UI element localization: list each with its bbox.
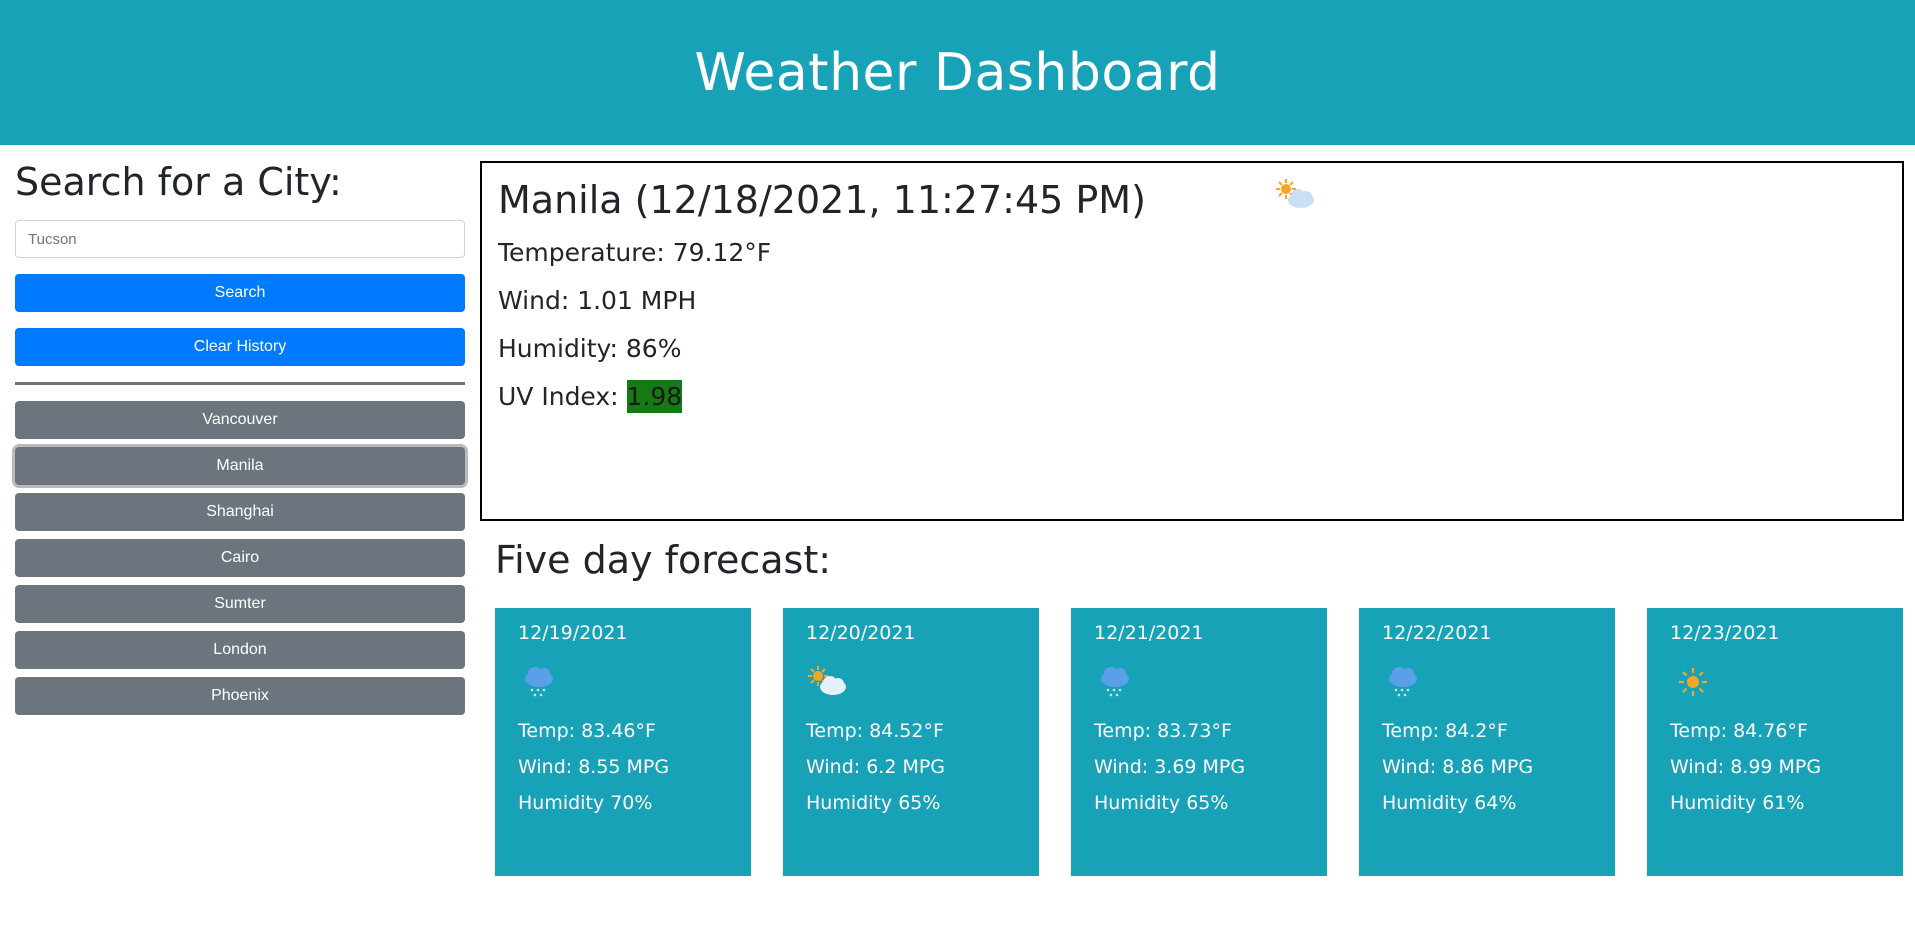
forecast-wind: Wind: 8.55 MPG (518, 756, 670, 778)
history-item-manila[interactable]: Manila (15, 447, 465, 485)
forecast-card: 12/20/2021 Temp: 84.52°F Wind: 6.2 MPG H… (783, 608, 1039, 876)
city-search-input[interactable] (15, 220, 465, 258)
forecast-temp: Temp: 84.52°F (806, 720, 944, 742)
forecast-card: 12/23/2021 Temp: 84.76°F Wind: 8.99 MPG … (1647, 608, 1903, 876)
partly-cloudy-icon (1274, 175, 1320, 224)
forecast-card: 12/19/2021 Temp: 83.46°F Wind: 8.55 MPG … (495, 608, 751, 876)
forecast-heading: Five day forecast: (495, 538, 832, 582)
forecast-wind: Wind: 8.99 MPG (1670, 756, 1822, 778)
rain-cloud-icon (518, 654, 728, 710)
rain-cloud-icon (1382, 654, 1592, 710)
history-item-vancouver[interactable]: Vancouver (15, 401, 465, 439)
search-history-list: Vancouver Manila Shanghai Cairo Sumter L… (15, 401, 465, 715)
forecast-row: 12/19/2021 Temp: 83.46°F Wind: 8.55 MPG … (495, 608, 1903, 876)
partly-cloudy-icon (806, 654, 1016, 710)
forecast-temp: Temp: 84.2°F (1382, 720, 1508, 742)
current-wind: Wind: 1.01 MPH (498, 286, 697, 315)
forecast-humidity: Humidity 65% (1094, 792, 1229, 814)
forecast-wind: Wind: 8.86 MPG (1382, 756, 1534, 778)
history-item-phoenix[interactable]: Phoenix (15, 677, 465, 715)
forecast-date: 12/21/2021 (1094, 622, 1204, 644)
forecast-wind: Wind: 6.2 MPG (806, 756, 946, 778)
rain-cloud-icon (1094, 654, 1304, 710)
forecast-card: 12/21/2021 Temp: 83.73°F Wind: 3.69 MPG … (1071, 608, 1327, 876)
forecast-date: 12/19/2021 (518, 622, 628, 644)
sidebar: Search for a City: Search Clear History … (15, 160, 465, 723)
history-item-london[interactable]: London (15, 631, 465, 669)
history-item-sumter[interactable]: Sumter (15, 585, 465, 623)
uv-index-label: UV Index: (498, 382, 627, 411)
page-title: Weather Dashboard (694, 42, 1221, 103)
current-weather-heading: Manila (12/18/2021, 11:27:45 PM) (498, 175, 1886, 224)
current-city-date: Manila (12/18/2021, 11:27:45 PM) (498, 177, 1146, 222)
forecast-humidity: Humidity 65% (806, 792, 941, 814)
history-item-shanghai[interactable]: Shanghai (15, 493, 465, 531)
clear-history-button[interactable]: Clear History (15, 328, 465, 366)
search-button[interactable]: Search (15, 274, 465, 312)
page-header: Weather Dashboard (0, 0, 1915, 145)
forecast-card: 12/22/2021 Temp: 84.2°F Wind: 8.86 MPG H… (1359, 608, 1615, 876)
forecast-date: 12/20/2021 (806, 622, 916, 644)
forecast-temp: Temp: 83.46°F (518, 720, 656, 742)
forecast-temp: Temp: 84.76°F (1670, 720, 1808, 742)
current-humidity: Humidity: 86% (498, 334, 682, 363)
search-heading: Search for a City: (15, 160, 342, 204)
forecast-humidity: Humidity 61% (1670, 792, 1805, 814)
sun-icon (1670, 654, 1880, 710)
uv-index-badge: 1.98 (626, 380, 683, 413)
current-uv-index: UV Index: 1.98 (498, 380, 1886, 413)
forecast-date: 12/22/2021 (1382, 622, 1492, 644)
forecast-temp: Temp: 83.73°F (1094, 720, 1232, 742)
forecast-date: 12/23/2021 (1670, 622, 1780, 644)
current-temperature: Temperature: 79.12°F (498, 238, 772, 267)
forecast-humidity: Humidity 64% (1382, 792, 1517, 814)
forecast-wind: Wind: 3.69 MPG (1094, 756, 1246, 778)
forecast-humidity: Humidity 70% (518, 792, 653, 814)
current-weather-card: Manila (12/18/2021, 11:27:45 PM) Tempera… (480, 161, 1904, 521)
history-item-cairo[interactable]: Cairo (15, 539, 465, 577)
divider (15, 382, 465, 385)
